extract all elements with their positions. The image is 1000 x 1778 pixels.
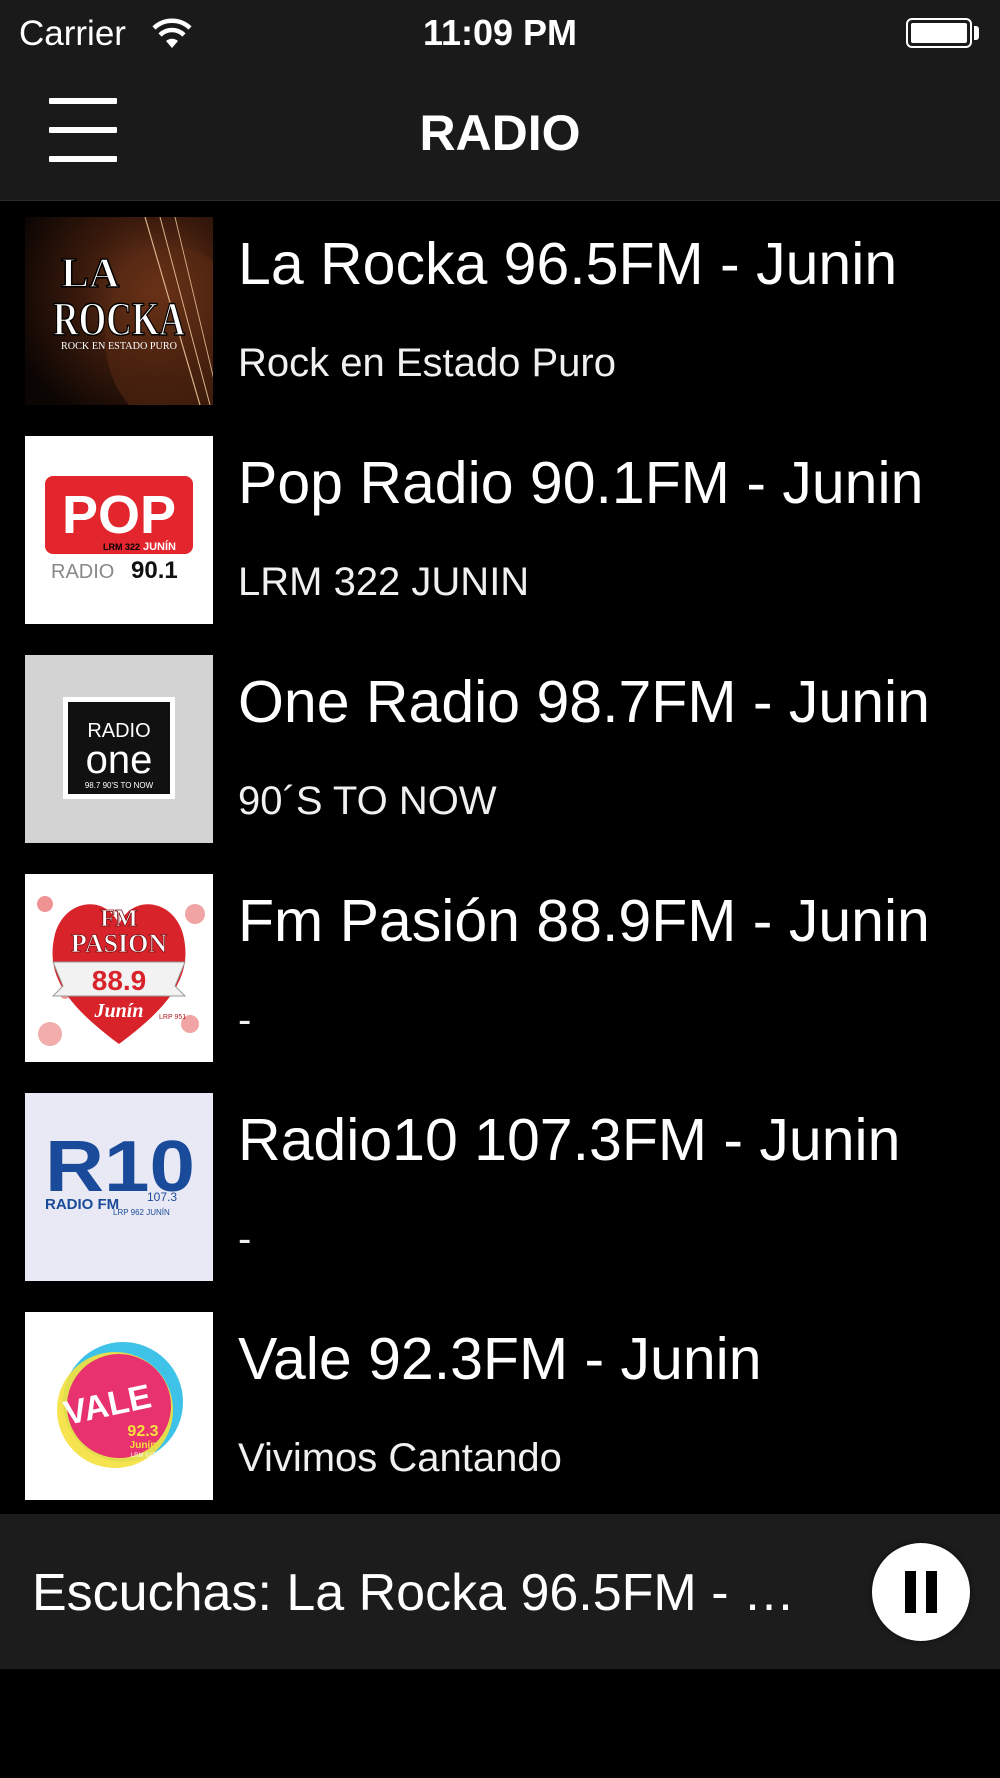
- station-name: One Radio 98.7FM - Junin: [238, 669, 930, 735]
- svg-text:ROCK EN ESTADO PURO: ROCK EN ESTADO PURO: [61, 341, 177, 352]
- station-name: Vale 92.3FM - Junin: [238, 1326, 762, 1392]
- station-row[interactable]: LA ROCKA ROCK EN ESTADO PURO La Rocka 96…: [0, 201, 1000, 420]
- svg-text:ROCKA: ROCKA: [53, 293, 185, 346]
- now-playing-label: Escuchas: La Rocka 96.5FM - Junin: [32, 1564, 812, 1622]
- station-row[interactable]: RADIO one 98.7 90'S TO NOW One Radio 98.…: [0, 639, 1000, 858]
- radio10-logo: R10 RADIO FM 107.3 LRP 962 JUNÍN: [25, 1093, 213, 1281]
- svg-text:98.7 90'S TO NOW: 98.7 90'S TO NOW: [85, 781, 154, 790]
- station-slogan: Rock en Estado Puro: [238, 341, 616, 385]
- svg-text:LRM 927: LRM 927: [131, 1453, 156, 1459]
- station-slogan: 90´S TO NOW: [238, 779, 497, 823]
- pause-icon[interactable]: [872, 1543, 970, 1641]
- station-row[interactable]: VALE 92.3 Junín LRM 927 Vale 92.3FM - Ju…: [0, 1296, 1000, 1515]
- station-row[interactable]: FM PASION 88.9 Junín LRP 951 Fm Pasión 8…: [0, 858, 1000, 1077]
- station-slogan: -: [238, 1217, 252, 1261]
- svg-text:90.1: 90.1: [131, 557, 178, 584]
- svg-text:LA: LA: [61, 251, 120, 297]
- station-name: Radio10 107.3FM - Junin: [238, 1107, 901, 1173]
- battery-tip: [974, 26, 979, 40]
- svg-text:RADIO FM: RADIO FM: [45, 1196, 119, 1213]
- nav-bar: RADIO: [0, 68, 1000, 201]
- svg-text:92.3: 92.3: [127, 1423, 158, 1440]
- svg-text:Junín: Junín: [130, 1440, 157, 1451]
- station-name: La Rocka 96.5FM - Junin: [238, 231, 898, 297]
- one-radio-logo: RADIO one 98.7 90'S TO NOW: [25, 655, 213, 843]
- svg-text:one: one: [86, 738, 153, 782]
- fm-pasion-logo: FM PASION 88.9 Junín LRP 951: [25, 874, 213, 1062]
- svg-text:POP: POP: [62, 485, 176, 545]
- svg-text:LRP 951: LRP 951: [159, 1014, 186, 1021]
- la-rocka-logo: LA ROCKA ROCK EN ESTADO PURO: [25, 217, 213, 405]
- pop-radio-logo: POP LRM 322 JUNÍN RADIO 90.1: [25, 436, 213, 624]
- svg-text:PASION: PASION: [71, 929, 168, 958]
- svg-text:RADIO: RADIO: [51, 561, 114, 583]
- svg-text:LRM 322: LRM 322: [103, 542, 140, 552]
- page-title: RADIO: [419, 105, 581, 161]
- station-slogan: -: [238, 998, 252, 1042]
- svg-text:88.9: 88.9: [92, 965, 147, 996]
- station-slogan: Vivimos Cantando: [238, 1436, 562, 1480]
- svg-text:JUNÍN: JUNÍN: [143, 540, 176, 553]
- battery-icon: [906, 18, 972, 48]
- station-name: Pop Radio 90.1FM - Junin: [238, 450, 924, 516]
- station-row[interactable]: R10 RADIO FM 107.3 LRP 962 JUNÍN Radio10…: [0, 1077, 1000, 1296]
- station-slogan: LRM 322 JUNIN: [238, 560, 530, 604]
- status-bar: Carrier 11:09 PM: [0, 0, 1000, 68]
- svg-text:107.3: 107.3: [147, 1190, 177, 1204]
- now-playing-bar: Escuchas: La Rocka 96.5FM - Junin: [0, 1514, 1000, 1669]
- svg-text:Junín: Junín: [94, 1000, 144, 1022]
- clock: 11:09 PM: [422, 12, 578, 53]
- svg-text:LRP 962 JUNÍN: LRP 962 JUNÍN: [113, 1208, 170, 1217]
- station-name: Fm Pasión 88.9FM - Junin: [238, 888, 930, 954]
- vale-logo: VALE 92.3 Junín LRM 927: [25, 1312, 213, 1500]
- station-row[interactable]: POP LRM 322 JUNÍN RADIO 90.1 Pop Radio 9…: [0, 420, 1000, 639]
